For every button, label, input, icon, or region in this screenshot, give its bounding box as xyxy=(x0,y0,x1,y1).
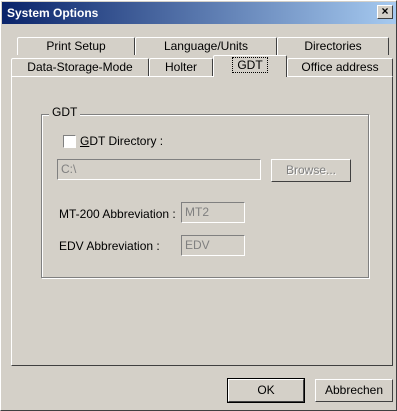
tab-language-units[interactable]: Language/Units xyxy=(135,37,277,55)
mt200-abbreviation-field[interactable]: MT2 xyxy=(181,202,245,223)
gdt-directory-checkbox[interactable] xyxy=(63,135,76,148)
close-button[interactable]: × xyxy=(377,5,393,19)
ok-button[interactable]: OK xyxy=(227,378,305,403)
groupbox-title: GDT xyxy=(49,105,81,119)
tab-directories[interactable]: Directories xyxy=(277,37,389,55)
edv-abbreviation-field[interactable]: EDV xyxy=(181,235,245,256)
window-title: System Options xyxy=(7,6,99,20)
system-options-dialog: System Options × Print Setup Language/Un… xyxy=(0,0,397,411)
title-bar[interactable]: System Options × xyxy=(2,2,396,24)
tab-holter[interactable]: Holter xyxy=(149,58,213,76)
close-icon: × xyxy=(381,4,389,18)
tab-label: Print Setup xyxy=(46,39,106,53)
gdt-directory-field[interactable]: C:\ xyxy=(57,159,261,180)
cancel-button[interactable]: Abbrechen xyxy=(315,379,393,402)
tab-label: GDT xyxy=(232,57,268,73)
gdt-directory-label[interactable]: GDT Directory : xyxy=(80,134,163,148)
tab-office-address[interactable]: Office address xyxy=(287,58,393,76)
tab-data-storage-mode[interactable]: Data-Storage-Mode xyxy=(11,58,149,76)
tab-label: Data-Storage-Mode xyxy=(27,60,133,74)
tab-label: Office address xyxy=(301,60,379,74)
mt200-abbreviation-label: MT-200 Abbreviation : xyxy=(59,207,176,221)
edv-abbreviation-label: EDV Abbreviation : xyxy=(59,239,160,253)
accelerator-key: G xyxy=(80,134,90,148)
browse-button[interactable]: Browse... xyxy=(271,159,351,182)
tab-gdt[interactable]: GDT xyxy=(213,55,287,77)
tab-label: Holter xyxy=(164,60,197,74)
label-text: DT Directory : xyxy=(89,134,164,148)
tab-label: Language/Units xyxy=(163,39,249,53)
tab-print-setup[interactable]: Print Setup xyxy=(17,37,135,55)
tab-label: Directories xyxy=(304,39,362,53)
